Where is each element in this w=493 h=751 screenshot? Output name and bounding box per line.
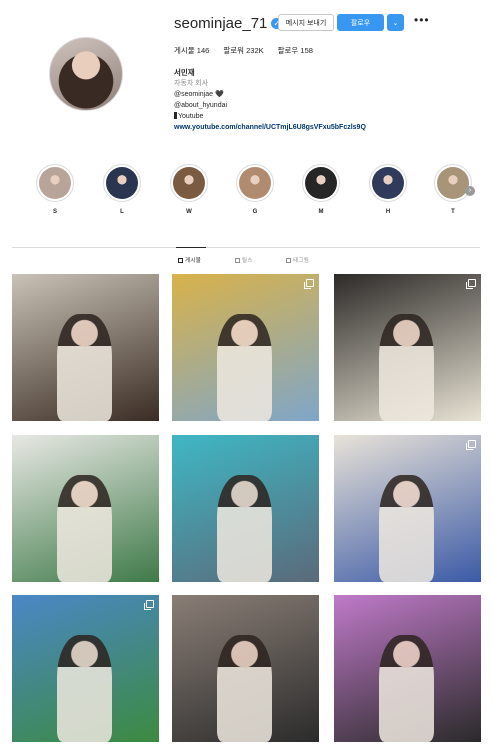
post-subject xyxy=(57,314,112,421)
reels-icon xyxy=(235,257,240,263)
highlight-item[interactable]: W xyxy=(170,164,208,215)
bio-handle[interactable]: @seominjae 🖤 xyxy=(174,89,366,100)
highlight-cover xyxy=(103,164,141,202)
follow-button[interactable]: 팔로우 xyxy=(337,14,384,31)
following-count[interactable]: 팔로우 158 xyxy=(278,45,313,56)
highlight-label: W xyxy=(186,209,192,215)
post-thumbnail[interactable] xyxy=(172,595,319,742)
post-subject xyxy=(217,635,272,742)
multiple-photos-icon xyxy=(144,600,154,610)
highlight-image xyxy=(239,167,271,199)
youtube-label: Youtube xyxy=(178,113,204,120)
highlight-item[interactable]: M xyxy=(302,164,340,215)
post-thumbnail[interactable] xyxy=(12,274,159,421)
chevron-right-icon[interactable]: › xyxy=(465,186,475,196)
username: seominjae_71 ✓ xyxy=(174,15,283,32)
profile-avatar[interactable] xyxy=(49,37,123,111)
suggested-accounts-button[interactable]: ⌄ xyxy=(387,14,404,31)
post-subject xyxy=(57,475,112,582)
message-button[interactable]: 메시지 보내기 xyxy=(278,14,334,31)
tab-reels[interactable]: 릴스 xyxy=(235,256,253,264)
highlight-image xyxy=(39,167,71,199)
highlight-item[interactable]: L xyxy=(103,164,141,215)
profile-bio: 서민재 자동차 회사 @seominjae 🖤 @about_hyundai Y… xyxy=(174,67,366,133)
followers-count[interactable]: 팔로워 232K xyxy=(223,45,263,56)
bio-company[interactable]: @about_hyundai xyxy=(174,100,366,111)
category-label: 자동차 회사 xyxy=(174,80,209,87)
highlight-image xyxy=(173,167,205,199)
post-subject xyxy=(57,635,112,742)
multiple-photos-icon xyxy=(304,279,314,289)
highlight-image xyxy=(106,167,138,199)
full-name: 서민재 xyxy=(174,68,195,77)
multiple-photos-icon xyxy=(466,440,476,450)
post-subject xyxy=(379,635,434,742)
post-subject xyxy=(217,475,272,582)
highlight-label: H xyxy=(385,209,391,215)
highlight-image xyxy=(305,167,337,199)
highlight-cover xyxy=(170,164,208,202)
bio-youtube-line: Youtube xyxy=(174,111,366,122)
youtube-icon xyxy=(174,112,177,119)
bio-link[interactable]: www.youtube.com/channel/UCTmjL6U8gsVFxu5… xyxy=(174,122,366,133)
post-subject xyxy=(217,314,272,421)
highlight-label: L xyxy=(120,209,124,215)
highlight-image xyxy=(437,167,469,199)
highlight-label: S xyxy=(52,209,57,215)
highlight-label: T xyxy=(451,209,455,215)
highlight-cover xyxy=(369,164,407,202)
highlight-item[interactable]: H xyxy=(369,164,407,215)
story-highlights: SLWGMHT xyxy=(36,164,476,224)
tab-posts[interactable]: 게시물 xyxy=(178,256,201,264)
highlight-cover xyxy=(36,164,74,202)
post-thumbnail[interactable] xyxy=(12,435,159,582)
multiple-photos-icon xyxy=(466,279,476,289)
grid-icon xyxy=(178,257,183,263)
highlight-label: M xyxy=(318,209,324,215)
active-tab-indicator xyxy=(176,247,206,248)
post-thumbnail[interactable] xyxy=(172,435,319,582)
tab-reels-label: 릴스 xyxy=(242,258,253,264)
profile-stats: 게시물 146 팔로워 232K 팔로우 158 xyxy=(174,45,313,56)
post-thumbnail[interactable] xyxy=(334,274,481,421)
post-subject xyxy=(379,475,434,582)
username-text: seominjae_71 xyxy=(174,15,268,32)
tabs-divider xyxy=(12,247,480,248)
more-options-icon[interactable]: ••• xyxy=(414,13,430,27)
post-subject xyxy=(379,314,434,421)
post-thumbnail[interactable] xyxy=(334,595,481,742)
highlight-image xyxy=(372,167,404,199)
tab-tagged[interactable]: 태그됨 xyxy=(286,256,309,264)
tab-tagged-label: 태그됨 xyxy=(293,258,310,264)
highlight-cover xyxy=(302,164,340,202)
tab-posts-label: 게시물 xyxy=(185,258,202,264)
highlight-cover xyxy=(236,164,274,202)
highlight-cover xyxy=(434,164,472,202)
post-thumbnail[interactable] xyxy=(172,274,319,421)
highlight-item[interactable]: G xyxy=(236,164,274,215)
highlight-item[interactable]: S xyxy=(36,164,74,215)
profile-tabs: 게시물 릴스 태그됨 xyxy=(0,256,493,266)
post-thumbnail[interactable] xyxy=(334,435,481,582)
post-thumbnail[interactable] xyxy=(12,595,159,742)
posts-count: 게시물 146 xyxy=(174,46,210,55)
tagged-icon xyxy=(286,257,291,263)
highlight-label: G xyxy=(252,209,258,215)
